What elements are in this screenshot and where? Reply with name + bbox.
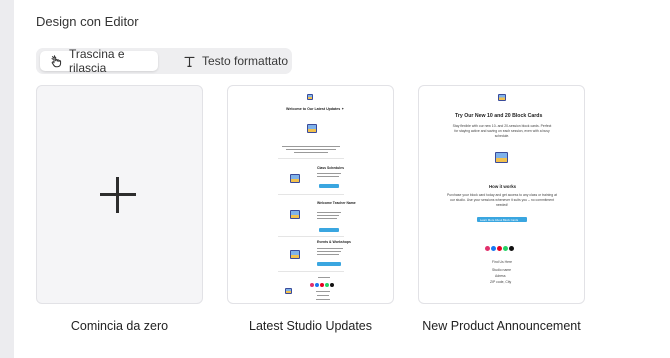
text-line bbox=[317, 176, 339, 177]
template-label-latest-studio-updates: Latest Studio Updates bbox=[249, 319, 372, 333]
divider bbox=[278, 236, 344, 237]
text-line bbox=[317, 212, 341, 213]
template-card-blank[interactable] bbox=[36, 85, 203, 304]
preview-button bbox=[319, 184, 339, 188]
text-line bbox=[317, 254, 339, 255]
image-placeholder-icon bbox=[495, 152, 508, 163]
preview-signoff-2: Studio name bbox=[492, 268, 512, 272]
preview-heading: Try Our New 10 and 20 Block Cards bbox=[455, 113, 543, 119]
template-label-new-product-announcement: New Product Announcement bbox=[422, 319, 581, 333]
text-line bbox=[286, 149, 336, 150]
preview-how-text: Purchase your block card today and get a… bbox=[447, 193, 557, 207]
pinterest-icon bbox=[497, 246, 502, 251]
editor-mode-toggle: Trascina e rilascia Testo formattato bbox=[36, 47, 292, 75]
text-line bbox=[317, 173, 341, 174]
instagram-icon bbox=[485, 246, 490, 251]
template-label-blank: Comincia da zero bbox=[70, 319, 169, 333]
preview-section-3-title: Events & Workshops bbox=[317, 240, 351, 244]
text-line bbox=[294, 152, 328, 153]
divider bbox=[278, 194, 344, 195]
preview-intro: Stay flexible with our new 10- and 20-se… bbox=[452, 124, 552, 138]
text-line bbox=[282, 146, 340, 147]
text-format-icon bbox=[182, 54, 196, 68]
preview-signoff-3: Adress bbox=[495, 274, 506, 278]
pinterest-icon bbox=[320, 283, 324, 287]
image-placeholder-icon bbox=[290, 174, 300, 183]
rich-text-mode-label: Testo formattato bbox=[202, 54, 289, 68]
preview-signoff-1: Find Us Here bbox=[492, 260, 512, 264]
divider bbox=[278, 158, 344, 159]
text-line bbox=[317, 215, 339, 216]
preview-button bbox=[317, 262, 341, 266]
tiktok-icon bbox=[509, 246, 514, 251]
hand-pointer-icon bbox=[50, 54, 63, 68]
main-panel: Design con Editor Trascina e rilascia Te… bbox=[14, 0, 670, 358]
facebook-icon bbox=[491, 246, 496, 251]
text-line bbox=[317, 248, 343, 249]
preview-cta-label: Learn More About Block Cards bbox=[480, 217, 519, 222]
preview-heading: Welcome to Our Latest Updates ✦ bbox=[286, 107, 345, 111]
image-placeholder-icon bbox=[290, 210, 300, 219]
instagram-icon bbox=[310, 283, 314, 287]
divider bbox=[278, 271, 344, 272]
preview-button bbox=[319, 228, 339, 232]
preview-how-title: How it works bbox=[489, 184, 517, 189]
text-line bbox=[318, 277, 330, 278]
text-line bbox=[317, 218, 337, 219]
template-card-new-product-announcement[interactable]: Try Our New 10 and 20 Block Cards Stay f… bbox=[418, 85, 585, 304]
image-placeholder-icon bbox=[307, 124, 317, 133]
logo-image-icon bbox=[498, 94, 506, 101]
whatsapp-icon bbox=[325, 283, 329, 287]
preview-section-2-title: Welcome Teacher Name bbox=[317, 201, 356, 205]
logo-image-icon bbox=[307, 94, 313, 100]
logo-image-icon bbox=[285, 288, 292, 294]
section-title: Design con Editor bbox=[36, 14, 139, 29]
text-line bbox=[316, 299, 330, 300]
tiktok-icon bbox=[330, 283, 334, 287]
text-line bbox=[317, 295, 329, 296]
drag-drop-mode-label: Trascina e rilascia bbox=[69, 47, 125, 75]
template-card-latest-studio-updates[interactable]: Welcome to Our Latest Updates ✦ Class Sc… bbox=[227, 85, 394, 304]
preview-section-1-title: Class Schedules bbox=[317, 166, 344, 170]
plus-icon bbox=[100, 177, 136, 213]
facebook-icon bbox=[315, 283, 319, 287]
text-line bbox=[317, 251, 341, 252]
whatsapp-icon bbox=[503, 246, 508, 251]
rich-text-mode-button[interactable]: Testo formattato bbox=[172, 51, 290, 71]
preview-signoff-4: ZIP code, City bbox=[490, 280, 512, 284]
image-placeholder-icon bbox=[290, 250, 300, 259]
left-rail bbox=[0, 0, 14, 358]
text-line bbox=[316, 291, 330, 292]
drag-drop-mode-button[interactable]: Trascina e rilascia bbox=[40, 47, 158, 75]
